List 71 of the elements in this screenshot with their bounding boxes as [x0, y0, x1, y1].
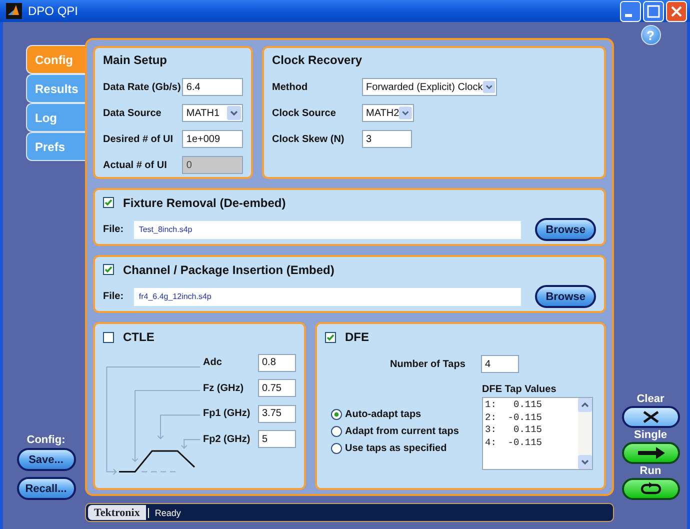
input-field[interactable]: 6.4 [182, 78, 243, 96]
minimize-icon[interactable] [620, 0, 641, 22]
field-label: Fz (GHz) [203, 382, 245, 394]
field-label: Data Source [103, 108, 162, 118]
action-button[interactable] [622, 478, 680, 500]
field-label: Fp2 (GHz) [203, 434, 252, 445]
file-field[interactable]: Test_8inch.s4p [134, 220, 522, 238]
input-field[interactable]: 3.75 [258, 404, 296, 423]
radio-option[interactable]: Adapt from current taps [331, 423, 482, 440]
action-label: Run [640, 465, 662, 477]
browse-button[interactable]: Browse [535, 285, 596, 308]
radio-button[interactable] [331, 409, 342, 420]
input-field[interactable]: 0.8 [258, 354, 296, 372]
app-icon [6, 3, 22, 19]
maximize-icon[interactable] [643, 0, 664, 22]
input-field[interactable]: 0.75 [258, 379, 296, 398]
file-label: File: [103, 291, 125, 302]
arrow-right-icon [636, 446, 666, 460]
status-text: Ready [148, 508, 181, 518]
field-label: Method [272, 82, 309, 92]
section-title: Clock Recovery [272, 53, 364, 67]
config-button[interactable]: Recall... [16, 477, 76, 500]
list-item[interactable]: 4: -0.115 [485, 436, 576, 449]
field-label: Number of Taps [390, 358, 466, 370]
window-title: DPO QPI [28, 4, 80, 18]
list-item[interactable]: 3: 0.115 [485, 424, 576, 436]
section-title: Main Setup [103, 53, 168, 67]
section-title: Channel / Package Insertion (Embed) [123, 262, 334, 276]
list-title: DFE Tap Values [482, 384, 558, 395]
dropdown[interactable]: MATH2 [362, 104, 414, 122]
action-label: Single [634, 429, 667, 441]
file-label: File: [103, 224, 125, 235]
radio-option[interactable]: Auto-adapt taps [331, 406, 482, 423]
dropdown[interactable]: Forwarded (Explicit) Clock [362, 78, 497, 96]
file-field[interactable]: fr4_6.4g_12inch.s4p [134, 288, 522, 306]
section-title: DFE [345, 330, 369, 344]
action-button[interactable] [622, 406, 680, 428]
radio-button[interactable] [331, 426, 342, 437]
checkbox[interactable] [103, 264, 114, 275]
browse-button[interactable]: Browse [535, 218, 596, 241]
checkbox[interactable] [103, 332, 114, 342]
input-field[interactable]: 4 [481, 355, 519, 373]
field-label: Fp1 (GHz) [203, 408, 252, 420]
action-label: Clear [636, 393, 664, 405]
field-label: Desired # of UI [103, 134, 174, 144]
tap-values-list[interactable]: 1: 0.115 2: -0.115 3: 0.115 4: -0.115 [482, 397, 593, 470]
input-field[interactable]: 5 [258, 430, 296, 448]
dropdown[interactable]: MATH1 [182, 104, 243, 122]
radio-button[interactable] [331, 443, 342, 454]
field-label: Actual # of UI [103, 160, 168, 170]
scroll-down-icon[interactable] [578, 455, 592, 469]
field-label: Clock Skew (N) [272, 134, 346, 144]
field-label: Clock Source [272, 108, 337, 118]
input-field[interactable]: 3 [362, 130, 412, 148]
radio-option[interactable]: Use taps as specified [331, 440, 482, 457]
input-field[interactable]: 1e+009 [182, 130, 243, 148]
section-title: CTLE [123, 330, 154, 344]
brand-logo: Tektronix [88, 505, 146, 520]
scroll-up-icon[interactable] [578, 398, 592, 412]
config-label: Config: [26, 434, 66, 446]
list-item[interactable]: 2: -0.115 [485, 412, 576, 424]
field-label: Adc [203, 357, 223, 368]
section-title: Fixture Removal (De-embed) [123, 196, 286, 210]
readonly-field: 0 [182, 156, 243, 174]
checkbox[interactable] [103, 197, 114, 208]
action-button[interactable] [622, 442, 680, 464]
close-icon[interactable] [666, 0, 687, 22]
list-item[interactable]: 1: 0.115 [485, 399, 576, 412]
checkbox[interactable] [325, 332, 336, 342]
field-label: Data Rate (Gb/s) [103, 82, 182, 92]
config-button[interactable]: Save... [16, 448, 76, 471]
